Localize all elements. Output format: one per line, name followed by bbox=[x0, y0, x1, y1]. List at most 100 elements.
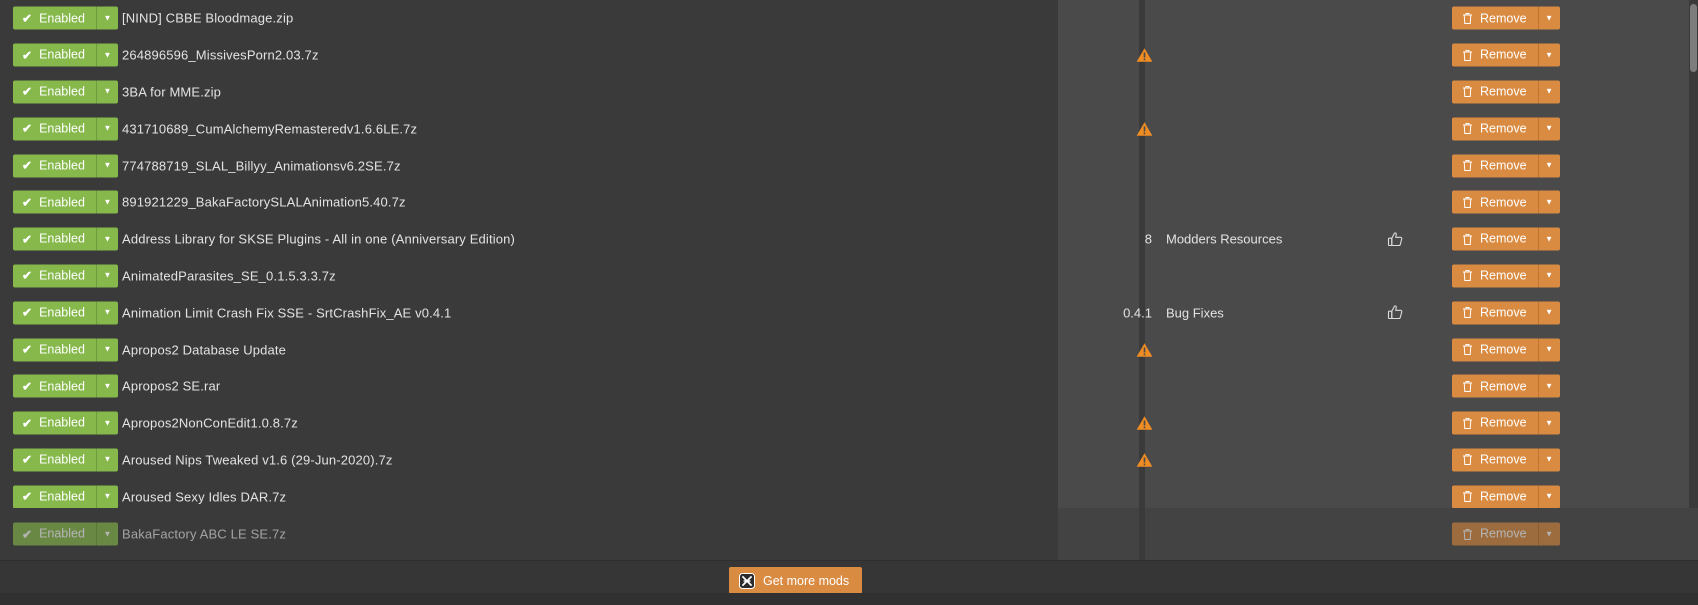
remove-button[interactable]: Remove bbox=[1452, 80, 1539, 104]
mod-name[interactable]: Apropos2 SE.rar bbox=[122, 379, 220, 394]
chevron-down-icon[interactable]: ▼ bbox=[96, 301, 118, 325]
enable-toggle[interactable]: ✔ Enabled ▼ bbox=[13, 80, 118, 104]
enable-toggle-button[interactable]: ✔ Enabled bbox=[13, 448, 97, 472]
table-row[interactable]: ✔ Enabled ▼ 891921229_BakaFactorySLALAni… bbox=[0, 184, 1698, 221]
mod-name[interactable]: Aroused Nips Tweaked v1.6 (29-Jun-2020).… bbox=[122, 452, 393, 467]
chevron-down-icon[interactable]: ▼ bbox=[1538, 227, 1560, 251]
mod-name[interactable]: 264896596_MissivesPorn2.03.7z bbox=[122, 48, 319, 63]
chevron-down-icon[interactable]: ▼ bbox=[96, 264, 118, 288]
partial-mod-row[interactable]: ✔ Enabled ▼ BakaFactory ABC LE SE.7z Rem… bbox=[0, 508, 1698, 560]
enable-toggle[interactable]: ✔ Enabled ▼ bbox=[13, 374, 118, 398]
mod-name[interactable]: [NIND] CBBE Bloodmage.zip bbox=[122, 11, 293, 26]
remove-control[interactable]: Remove ▼ bbox=[1452, 6, 1560, 30]
chevron-down-icon[interactable]: ▼ bbox=[1538, 301, 1560, 325]
remove-control[interactable]: Remove ▼ bbox=[1452, 522, 1560, 546]
chevron-down-icon[interactable]: ▼ bbox=[96, 154, 118, 178]
remove-control[interactable]: Remove ▼ bbox=[1452, 448, 1560, 472]
mod-name[interactable]: Apropos2 Database Update bbox=[122, 342, 286, 357]
remove-control[interactable]: Remove ▼ bbox=[1452, 411, 1560, 435]
table-row[interactable]: ✔ Enabled ▼ Address Library for SKSE Plu… bbox=[0, 221, 1698, 258]
remove-control[interactable]: Remove ▼ bbox=[1452, 117, 1560, 141]
remove-control[interactable]: Remove ▼ bbox=[1452, 301, 1560, 325]
remove-button[interactable]: Remove bbox=[1452, 485, 1539, 508]
chevron-down-icon[interactable]: ▼ bbox=[1538, 448, 1560, 472]
remove-button[interactable]: Remove bbox=[1452, 448, 1539, 472]
enable-toggle[interactable]: ✔ Enabled ▼ bbox=[13, 448, 118, 472]
enable-toggle-button[interactable]: ✔ Enabled bbox=[13, 264, 97, 288]
table-row[interactable]: ✔ Enabled ▼ Aroused Sexy Idles DAR.7z Re… bbox=[0, 478, 1698, 508]
chevron-down-icon[interactable]: ▼ bbox=[96, 374, 118, 398]
remove-button[interactable]: Remove bbox=[1452, 301, 1539, 325]
chevron-down-icon[interactable]: ▼ bbox=[1538, 264, 1560, 288]
enable-toggle-button[interactable]: ✔ Enabled bbox=[13, 43, 97, 67]
table-row[interactable]: ✔ Enabled ▼ 264896596_MissivesPorn2.03.7… bbox=[0, 37, 1698, 74]
remove-button[interactable]: Remove bbox=[1452, 154, 1539, 178]
mod-name[interactable]: Address Library for SKSE Plugins - All i… bbox=[122, 232, 515, 247]
table-row[interactable]: ✔ Enabled ▼ Apropos2 SE.rar Remove ▼ bbox=[0, 368, 1698, 405]
remove-control[interactable]: Remove ▼ bbox=[1452, 227, 1560, 251]
mod-name[interactable]: BakaFactory ABC LE SE.7z bbox=[122, 527, 286, 542]
table-row[interactable]: ✔ Enabled ▼ 3BA for MME.zip Remove ▼ bbox=[0, 74, 1698, 111]
chevron-down-icon[interactable]: ▼ bbox=[1538, 154, 1560, 178]
remove-control[interactable]: Remove ▼ bbox=[1452, 374, 1560, 398]
chevron-down-icon[interactable]: ▼ bbox=[96, 190, 118, 214]
chevron-down-icon[interactable]: ▼ bbox=[1538, 117, 1560, 141]
chevron-down-icon[interactable]: ▼ bbox=[1538, 522, 1560, 546]
chevron-down-icon[interactable]: ▼ bbox=[96, 6, 118, 30]
enable-toggle-button[interactable]: ✔ Enabled bbox=[13, 6, 97, 30]
table-row[interactable]: ✔ Enabled ▼ Aroused Nips Tweaked v1.6 (2… bbox=[0, 442, 1698, 479]
chevron-down-icon[interactable]: ▼ bbox=[96, 227, 118, 251]
enable-toggle-button[interactable]: ✔ Enabled bbox=[13, 80, 97, 104]
remove-control[interactable]: Remove ▼ bbox=[1452, 264, 1560, 288]
warning-icon[interactable] bbox=[1136, 416, 1153, 431]
remove-button[interactable]: Remove bbox=[1452, 522, 1539, 546]
chevron-down-icon[interactable]: ▼ bbox=[1538, 43, 1560, 67]
chevron-down-icon[interactable]: ▼ bbox=[1538, 338, 1560, 362]
remove-control[interactable]: Remove ▼ bbox=[1452, 154, 1560, 178]
table-row[interactable]: ✔ Enabled ▼ 774788719_SLAL_Billyy_Animat… bbox=[0, 147, 1698, 184]
chevron-down-icon[interactable]: ▼ bbox=[96, 411, 118, 435]
warning-icon[interactable] bbox=[1136, 452, 1153, 467]
mod-name[interactable]: 891921229_BakaFactorySLALAnimation5.40.7… bbox=[122, 195, 406, 210]
table-row[interactable]: ✔ Enabled ▼ Apropos2 Database Update Rem… bbox=[0, 331, 1698, 368]
remove-button[interactable]: Remove bbox=[1452, 411, 1539, 435]
enable-toggle-button[interactable]: ✔ Enabled bbox=[13, 338, 97, 362]
remove-button[interactable]: Remove bbox=[1452, 264, 1539, 288]
chevron-down-icon[interactable]: ▼ bbox=[96, 485, 118, 508]
enable-toggle[interactable]: ✔ Enabled ▼ bbox=[13, 301, 118, 325]
mod-name[interactable]: 3BA for MME.zip bbox=[122, 84, 221, 99]
remove-control[interactable]: Remove ▼ bbox=[1452, 485, 1560, 508]
enable-toggle[interactable]: ✔ Enabled ▼ bbox=[13, 6, 118, 30]
enable-toggle-button[interactable]: ✔ Enabled bbox=[13, 190, 97, 214]
remove-control[interactable]: Remove ▼ bbox=[1452, 43, 1560, 67]
remove-button[interactable]: Remove bbox=[1452, 117, 1539, 141]
enable-toggle[interactable]: ✔ Enabled ▼ bbox=[13, 117, 118, 141]
remove-control[interactable]: Remove ▼ bbox=[1452, 190, 1560, 214]
remove-button[interactable]: Remove bbox=[1452, 6, 1539, 30]
mod-list-scrollbar[interactable] bbox=[1689, 0, 1698, 508]
enable-toggle-button[interactable]: ✔ Enabled bbox=[13, 411, 97, 435]
enable-toggle-button[interactable]: ✔ Enabled bbox=[13, 485, 97, 508]
chevron-down-icon[interactable]: ▼ bbox=[96, 43, 118, 67]
mod-name[interactable]: Animation Limit Crash Fix SSE - SrtCrash… bbox=[122, 305, 451, 320]
mod-name[interactable]: AnimatedParasites_SE_0.1.5.3.3.7z bbox=[122, 268, 336, 283]
remove-button[interactable]: Remove bbox=[1452, 43, 1539, 67]
table-row[interactable]: ✔ Enabled ▼ Animation Limit Crash Fix SS… bbox=[0, 294, 1698, 331]
chevron-down-icon[interactable]: ▼ bbox=[1538, 374, 1560, 398]
remove-button[interactable]: Remove bbox=[1452, 190, 1539, 214]
mod-list[interactable]: ✔ Enabled ▼ [NIND] CBBE Bloodmage.zip Re… bbox=[0, 0, 1698, 508]
table-row[interactable]: ✔ Enabled ▼ 431710689_CumAlchemyRemaster… bbox=[0, 110, 1698, 147]
enable-toggle[interactable]: ✔ Enabled ▼ bbox=[13, 264, 118, 288]
enable-toggle[interactable]: ✔ Enabled ▼ bbox=[13, 43, 118, 67]
remove-button[interactable]: Remove bbox=[1452, 338, 1539, 362]
enable-toggle[interactable]: ✔ Enabled ▼ bbox=[13, 227, 118, 251]
enable-toggle[interactable]: ✔ Enabled ▼ bbox=[13, 190, 118, 214]
enable-toggle[interactable]: ✔ Enabled ▼ bbox=[13, 411, 118, 435]
thumbs-up-icon[interactable] bbox=[1386, 304, 1404, 322]
chevron-down-icon[interactable]: ▼ bbox=[1538, 190, 1560, 214]
remove-button[interactable]: Remove bbox=[1452, 374, 1539, 398]
table-row[interactable]: ✔ Enabled ▼ AnimatedParasites_SE_0.1.5.3… bbox=[0, 258, 1698, 295]
chevron-down-icon[interactable]: ▼ bbox=[1538, 6, 1560, 30]
mod-name[interactable]: Aroused Sexy Idles DAR.7z bbox=[122, 489, 286, 504]
chevron-down-icon[interactable]: ▼ bbox=[1538, 411, 1560, 435]
